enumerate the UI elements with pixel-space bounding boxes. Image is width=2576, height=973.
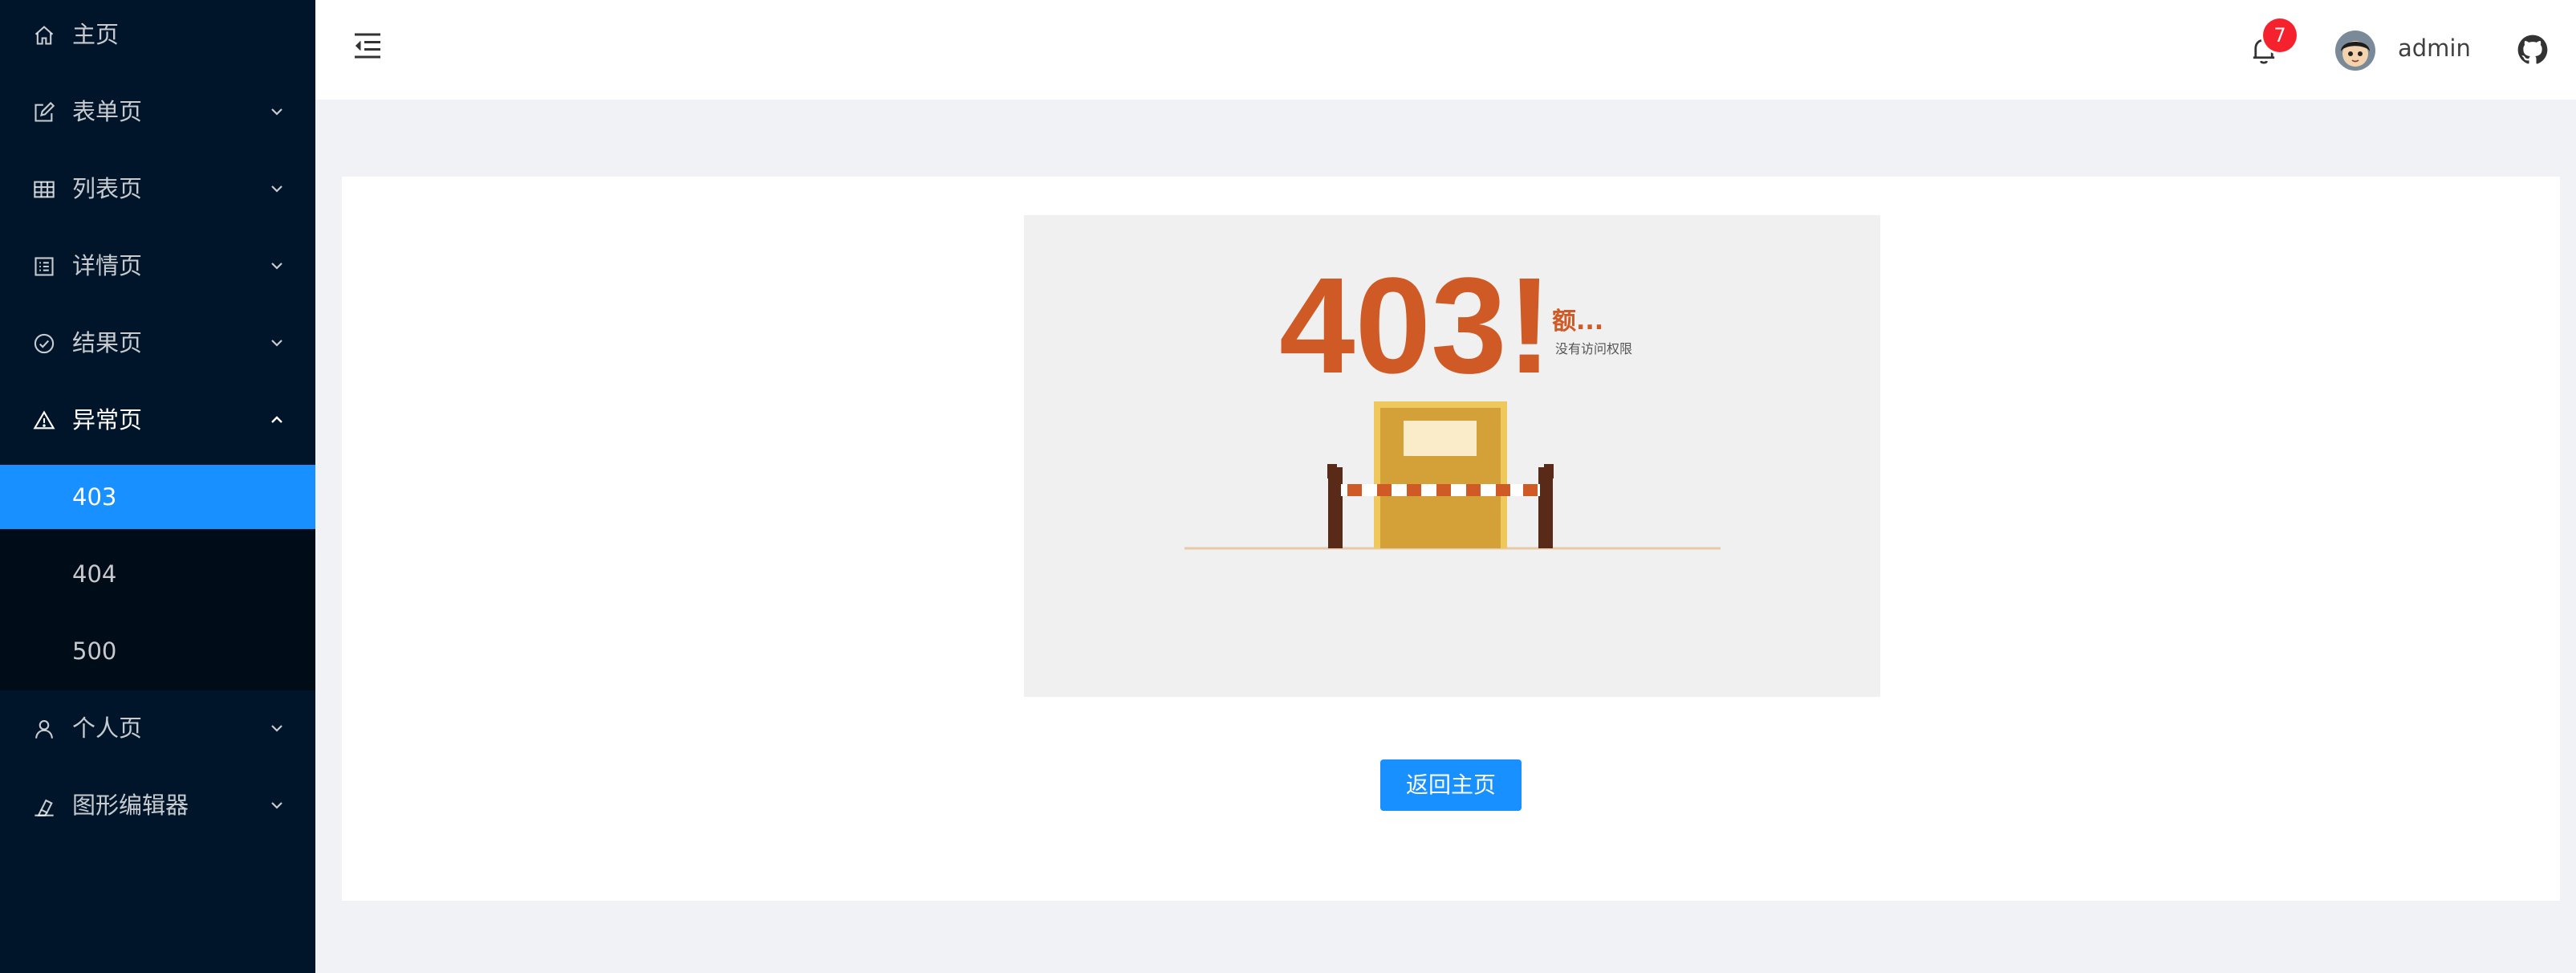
menu-item-label: 主页 bbox=[72, 21, 120, 48]
menu-item-result[interactable]: 结果页 bbox=[0, 311, 315, 375]
menu-item-label: 结果页 bbox=[72, 329, 143, 356]
menu-item-form[interactable]: 表单页 bbox=[0, 79, 315, 144]
chevron-up-icon bbox=[271, 416, 282, 423]
error-subtitle: 额... bbox=[1552, 307, 1603, 336]
submenu-item-403[interactable]: 403 bbox=[0, 465, 315, 529]
menu-item-account[interactable]: 个人页 bbox=[0, 696, 315, 760]
table-icon bbox=[33, 178, 55, 201]
menu-item-exception[interactable]: 异常页 bbox=[0, 388, 315, 452]
menu-item-label: 图形编辑器 bbox=[72, 792, 189, 819]
exception-card: 403! 额... 没有访问权限 返回主页 bbox=[342, 177, 2560, 901]
chevron-down-icon bbox=[271, 108, 282, 116]
sidebar: 主页 表单页 列表页 详情页 结果页 异常页 403 404 500 个人页 图… bbox=[0, 0, 315, 973]
warning-icon bbox=[33, 409, 55, 432]
submenu-item-404[interactable]: 404 bbox=[0, 542, 315, 606]
back-home-button[interactable]: 返回主页 bbox=[1380, 759, 1522, 811]
submenu-item-label: 500 bbox=[72, 637, 117, 665]
menu-item-home[interactable]: 主页 bbox=[0, 2, 315, 67]
header: 7 admin bbox=[315, 0, 2576, 100]
menu-item-detail[interactable]: 详情页 bbox=[0, 234, 315, 298]
username[interactable]: admin bbox=[2398, 32, 2471, 64]
profile-icon bbox=[33, 255, 55, 278]
notification-badge: 7 bbox=[2263, 18, 2297, 52]
highlight-icon bbox=[33, 795, 55, 817]
chevron-down-icon bbox=[271, 725, 282, 732]
chevron-down-icon bbox=[271, 185, 282, 193]
chevron-down-icon bbox=[271, 263, 282, 270]
avatar[interactable] bbox=[2335, 31, 2375, 71]
home-icon bbox=[33, 24, 55, 47]
error-code-text: 403! bbox=[1279, 250, 1552, 402]
user-icon bbox=[33, 718, 55, 740]
chevron-down-icon bbox=[271, 802, 282, 809]
menu-item-label: 个人页 bbox=[72, 714, 143, 742]
exception-illustration: 403! 额... 没有访问权限 bbox=[1024, 215, 1880, 697]
check-circle-icon bbox=[33, 332, 55, 355]
door-graphic bbox=[1374, 401, 1507, 548]
submenu-item-label: 404 bbox=[72, 560, 117, 588]
menu-item-list[interactable]: 列表页 bbox=[0, 157, 315, 221]
menu-item-graph-editor[interactable]: 图形编辑器 bbox=[0, 773, 315, 837]
submenu-item-label: 403 bbox=[72, 483, 117, 511]
menu-fold-icon[interactable] bbox=[353, 32, 382, 59]
menu-item-label: 列表页 bbox=[72, 175, 143, 202]
chevron-down-icon bbox=[271, 340, 282, 347]
menu-item-label: 异常页 bbox=[72, 406, 143, 434]
github-icon[interactable] bbox=[2517, 34, 2549, 66]
form-icon bbox=[33, 101, 55, 124]
menu-item-label: 表单页 bbox=[72, 98, 143, 125]
error-message: 没有访问权限 bbox=[1555, 341, 1632, 356]
submenu-item-500[interactable]: 500 bbox=[0, 619, 315, 683]
menu-item-label: 详情页 bbox=[72, 252, 143, 279]
